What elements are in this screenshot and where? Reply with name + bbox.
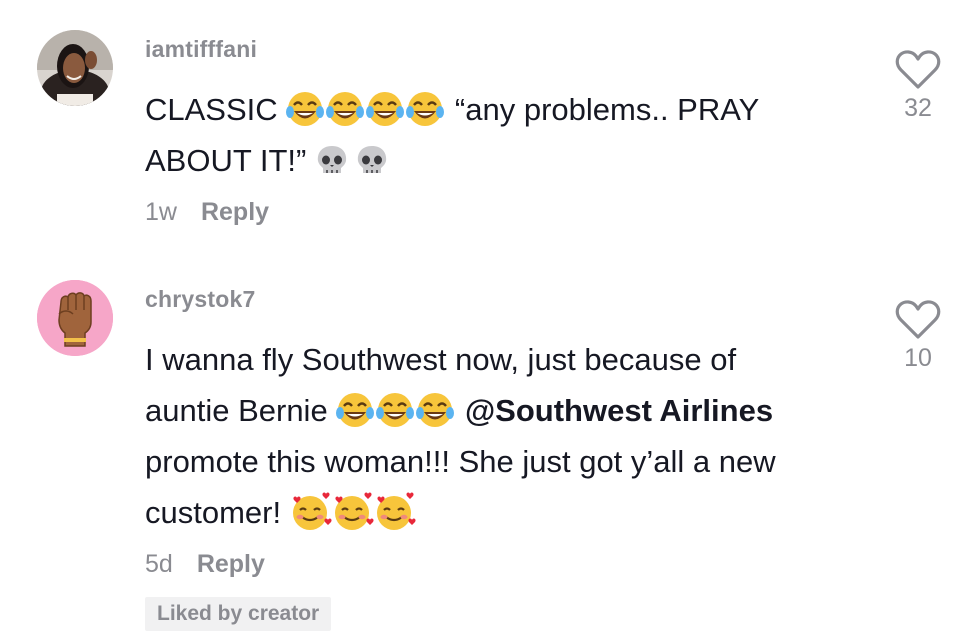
comment-username[interactable]: chrystok7 <box>145 286 255 313</box>
comments-panel: iamtifffani CLASSIC “any problems.. PRAY… <box>0 0 980 640</box>
comment-text-segment: CLASSIC <box>145 92 278 127</box>
avatar[interactable] <box>37 280 113 356</box>
comment-line: I wanna fly Southwest now, just because … <box>145 342 737 377</box>
face-with-tears-of-joy-icon <box>336 392 455 427</box>
like-button[interactable]: 10 <box>888 300 948 373</box>
comment-meta: 1w Reply <box>145 198 269 227</box>
face-with-tears-of-joy-icon <box>286 91 445 126</box>
comment-meta: 5d Reply <box>145 550 265 579</box>
emoji-group <box>290 492 416 530</box>
comment-line: customer! <box>145 487 865 538</box>
emoji-group <box>336 392 465 428</box>
comment-line: promote this woman!!! She just got y’all… <box>145 444 776 479</box>
comment-text-segment: “any problems.. PRAY <box>454 92 760 127</box>
comment-username[interactable]: iamtifffani <box>145 36 257 63</box>
liked-by-creator-badge: Liked by creator <box>145 597 332 631</box>
comment-age: 1w <box>145 198 177 226</box>
raised-fist-icon <box>37 280 113 356</box>
smiling-face-with-hearts-icon <box>292 492 416 530</box>
skull-icon <box>317 145 387 173</box>
comment-line: CLASSIC “any problems.. PRAY <box>145 84 845 135</box>
like-count: 32 <box>904 94 932 122</box>
like-count: 10 <box>904 344 932 372</box>
comment-line: ABOUT IT!” <box>145 135 845 186</box>
comment-text: I wanna fly Southwest now, just because … <box>145 334 865 538</box>
comment-line: auntie Bernie @Southwest Airlines <box>145 385 865 436</box>
heart-outline-icon <box>895 50 941 89</box>
like-button[interactable]: 32 <box>888 50 948 123</box>
avatar[interactable] <box>37 30 113 106</box>
comment-text-segment: auntie Bernie <box>145 393 328 428</box>
comment-item: chrystok7 I wanna fly Southwest now, jus… <box>0 270 980 640</box>
comment-text-segment: ABOUT IT!” <box>145 143 307 178</box>
emoji-group <box>315 143 391 178</box>
comment-text-segment: customer! <box>145 495 282 530</box>
comment-item: iamtifffani CLASSIC “any problems.. PRAY… <box>0 0 980 260</box>
mention-link[interactable]: @Southwest Airlines <box>465 393 773 428</box>
reply-button[interactable]: Reply <box>201 198 269 227</box>
user-photo-icon <box>37 30 113 106</box>
comment-age: 5d <box>145 550 173 578</box>
emoji-group <box>286 91 455 127</box>
reply-button[interactable]: Reply <box>197 550 265 579</box>
comment-text: CLASSIC “any problems.. PRAY ABOUT IT!” <box>145 84 845 186</box>
heart-outline-icon <box>895 300 941 339</box>
